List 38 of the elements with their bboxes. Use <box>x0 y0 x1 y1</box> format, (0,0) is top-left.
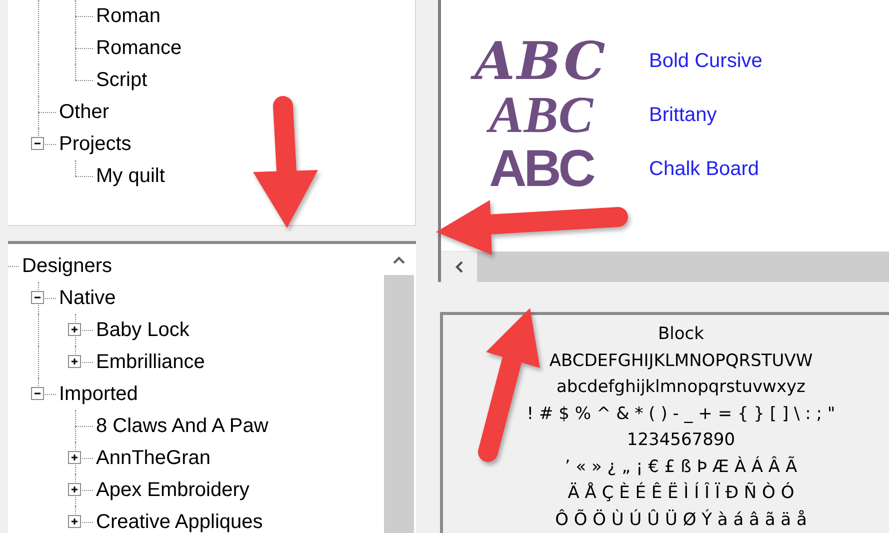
tree-item[interactable]: 8 Claws And A Paw <box>94 414 268 438</box>
font-name-link[interactable]: Brittany <box>649 104 717 126</box>
tree-item[interactable]: Imported <box>57 382 138 406</box>
tree-item[interactable]: Baby Lock <box>94 318 190 342</box>
expand-toggle-icon[interactable] <box>68 451 81 464</box>
collapse-toggle-icon[interactable] <box>31 387 44 400</box>
expand-toggle-icon[interactable] <box>68 323 81 336</box>
collapse-toggle-icon[interactable] <box>31 137 44 150</box>
tree-item[interactable]: Projects <box>57 132 132 156</box>
chevron-left-icon <box>454 260 464 274</box>
tree-item[interactable]: Apex Embroidery <box>94 478 250 502</box>
expand-toggle-icon[interactable] <box>68 483 81 496</box>
tree-item[interactable]: Other <box>57 100 110 124</box>
horizontal-scrollbar[interactable] <box>441 251 889 282</box>
tree-item[interactable]: My quilt <box>94 164 165 188</box>
tree-item[interactable]: Script <box>94 68 148 92</box>
tree-item[interactable]: Roman <box>94 4 160 28</box>
character-set-line: abcdefghijklmnopqrstuvwxyz <box>556 376 806 399</box>
character-set-line: 1234567890 <box>626 429 736 452</box>
character-set-line: ! # $ % ^ & * ( ) - _ + = { } [ ] \ : ; " <box>526 402 836 426</box>
font-name-link[interactable]: Chalk Board <box>649 158 760 180</box>
tree-item[interactable]: Embrilliance <box>94 350 205 374</box>
character-set-line: Ô Õ Ö Ù Ú Û Ü Ø Ý à á â ã ä å <box>555 508 807 532</box>
collapse-toggle-icon[interactable] <box>31 291 44 304</box>
scroll-up-icon[interactable] <box>392 256 406 265</box>
expand-toggle-icon[interactable] <box>68 355 81 368</box>
character-set-line: ABCDEFGHIJKLMNOPQRSTUVW <box>549 350 813 372</box>
tree-item[interactable]: Creative Appliques <box>94 510 263 533</box>
tree-item[interactable]: Romance <box>94 36 182 60</box>
font-name-link[interactable]: Bold Cursive <box>649 50 762 72</box>
character-set-line: ’ « » ¿ „ ¡ € £ ß Þ Æ À Á Â Ã <box>564 455 798 478</box>
character-set-line: Ä Å Ç È É Ê Ë Ì Í Î Ï Ð Ñ Ò Ó <box>568 481 794 505</box>
tree-item[interactable]: Native <box>57 286 116 310</box>
tree-item[interactable]: AnnTheGran <box>94 446 211 470</box>
expand-toggle-icon[interactable] <box>68 515 81 528</box>
scroll-left-button[interactable] <box>441 252 477 282</box>
tree-item[interactable]: Designers <box>20 254 112 278</box>
font-preview-title: Block <box>658 323 704 346</box>
